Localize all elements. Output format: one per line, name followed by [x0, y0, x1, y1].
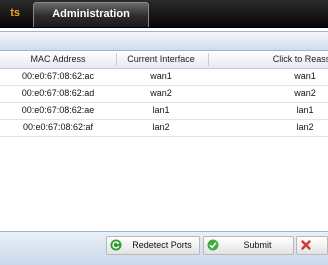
tab-administration-label: Administration — [52, 8, 130, 20]
top-tab-bar: ts Administration — [0, 0, 328, 28]
table-header: MAC Address Current Interface Click to R… — [0, 51, 328, 69]
reassign-cell[interactable]: wan1 — [210, 68, 328, 85]
check-icon — [207, 239, 219, 251]
column-header-current-interface: Current Interface — [127, 54, 195, 64]
mac-address-cell: 00:e0:67:08:62:ae — [21, 105, 95, 115]
column-divider — [208, 53, 209, 66]
tab-administration[interactable]: Administration — [33, 2, 149, 27]
submit-button[interactable]: Submit — [203, 236, 294, 255]
current-interface-cell: lan2 — [152, 122, 170, 132]
column-header-reassign: Click to Reassig — [272, 54, 328, 64]
mac-address-cell: 00:e0:67:08:62:ad — [21, 88, 95, 98]
reassign-cell[interactable]: lan1 — [210, 102, 328, 119]
refresh-icon — [110, 239, 122, 251]
cancel-button[interactable] — [296, 236, 328, 255]
table-row[interactable]: 00:e0:67:08:62:af lan2 lan2 — [0, 119, 328, 137]
redetect-ports-label: Redetect Ports — [132, 240, 192, 250]
table-row[interactable]: 00:e0:67:08:62:ac wan1 wan1 — [0, 68, 328, 86]
tab-previous[interactable]: ts — [0, 0, 26, 27]
close-icon — [300, 239, 312, 251]
current-interface-cell: wan2 — [150, 88, 172, 98]
table-row[interactable]: 00:e0:67:08:62:ae lan1 lan1 — [0, 102, 328, 120]
toolbar-strip — [0, 31, 328, 51]
column-header-mac: MAC Address — [30, 54, 86, 64]
redetect-ports-button[interactable]: Redetect Ports — [106, 236, 200, 255]
reassign-cell[interactable]: wan2 — [210, 85, 328, 102]
reassign-cell[interactable]: lan2 — [210, 119, 328, 136]
table-row[interactable]: 00:e0:67:08:62:ad wan2 wan2 — [0, 85, 328, 103]
current-interface-cell: lan1 — [152, 105, 170, 115]
current-interface-cell: wan1 — [150, 71, 172, 81]
tab-previous-label: ts — [10, 7, 20, 19]
submit-label: Submit — [243, 240, 272, 250]
mac-address-cell: 00:e0:67:08:62:ac — [21, 71, 95, 81]
mac-address-cell: 00:e0:67:08:62:af — [22, 122, 94, 132]
